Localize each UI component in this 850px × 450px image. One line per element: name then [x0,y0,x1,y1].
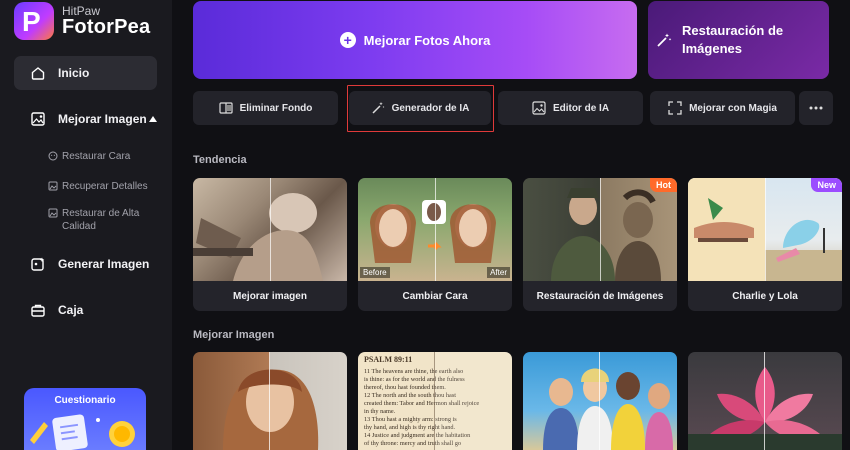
sidebar-item-label: Generar Imagen [58,257,150,271]
bible-line: in thy name. [364,408,396,415]
more-icon [809,106,823,110]
sidebar-item-label: Inicio [58,66,90,80]
card-image [523,178,677,281]
questionnaire-illustration-icon [30,414,135,450]
sidebar-item-box[interactable]: Caja [30,302,83,318]
remove-background-icon [219,102,233,114]
text-document-icon: PSALM 89:11 11 The heavens are thine, th… [364,352,512,450]
sidebar-subitem-recover-details[interactable]: Recuperar Detalles [48,180,148,193]
sidebar-item-home[interactable]: Inicio [14,56,157,90]
image-icon [48,181,58,191]
card-caption: Mejorar imagen [233,290,307,302]
highlight-box [347,85,494,132]
after-tag: After [487,267,510,278]
card-image [688,178,842,281]
section-title-trending: Tendencia [193,154,247,166]
magic-enhance-button[interactable]: Mejorar con Magia [650,91,795,125]
sidebar: P HitPaw FotorPea Inicio Mejorar Imagen … [0,0,172,450]
tool-label: Eliminar Fondo [239,102,313,114]
ai-editor-icon [532,101,546,115]
logo-icon: P [14,2,54,40]
tool-label: Editor de IA [552,102,610,114]
plus-icon: + [339,32,356,48]
brand-name: FotorPea [62,16,151,38]
sidebar-subitem-label: Restaurar Cara [62,151,131,162]
new-badge: New [811,178,842,192]
sidebar-item-generate[interactable]: Generar Imagen [30,256,149,272]
card-caption: Cambiar Cara [402,290,468,302]
card-caption: Restauración de Imágenes [536,290,664,302]
sidebar-item-label: Mejorar Imagen [58,112,147,126]
face-icon [48,151,58,161]
bible-line: thereof, thou hast founded them. [364,384,446,391]
sidebar-item-enhance[interactable]: Mejorar Imagen [30,111,157,127]
section-title-enhance: Mejorar Imagen [193,329,275,341]
card-bible-text[interactable]: PSALM 89:11 11 The heavens are thine, th… [358,352,512,450]
chevron-up-icon[interactable] [148,116,157,122]
before-tag: Before [360,267,390,278]
card-portrait[interactable] [193,352,347,450]
compare-divider [765,178,766,281]
sidebar-subitem-restore-hq[interactable]: Restaurar de Alta Calidad [48,207,142,233]
compare-divider [600,178,601,281]
restore-images-label: Restauración de Imágenes [682,23,784,56]
magic-wand-icon [657,33,672,47]
app-window: P HitPaw FotorPea Inicio Mejorar Imagen … [0,0,850,450]
lotus-flower-icon [688,352,842,450]
hot-badge: Hot [650,178,677,192]
card-restore-images[interactable]: Hot Restauración de Imágenes [523,178,677,311]
more-tools-button[interactable] [799,91,833,125]
bible-line: PSALM 89:11 [364,355,412,364]
ai-editor-button[interactable]: Editor de IA [498,91,643,125]
portrait-photo-icon [223,352,319,450]
card-lotus[interactable] [688,352,842,450]
image-enhance-icon [31,112,45,126]
sidebar-subitem-restore-face[interactable]: Restaurar Cara [48,150,130,163]
restore-images-button[interactable]: Restauración de Imágenes [648,1,829,79]
card-image [193,178,347,281]
questionnaire-banner[interactable]: Cuestionario [24,388,146,450]
compare-divider [435,178,436,281]
enhance-now-label: Mejorar Fotos Ahora [363,32,491,48]
card-group-photo[interactable] [523,352,677,450]
promo-title: Cuestionario [54,395,116,406]
sidebar-subitem-label: Recuperar Detalles [62,181,148,192]
card-caption: Charlie y Lola [732,290,798,302]
home-icon [31,67,45,80]
tool-label: Mejorar con Magia [689,102,777,114]
expand-icon [668,101,682,115]
group-photo-icon [543,352,673,450]
main-content: + Mejorar Fotos Ahora Restauración de Im… [172,0,850,450]
sidebar-subitem-label: Restaurar de Alta Calidad [62,208,140,232]
enhance-now-button[interactable]: + Mejorar Fotos Ahora [193,1,637,79]
app-logo: P HitPaw FotorPea [14,2,164,42]
compare-divider [270,178,271,281]
card-charlie-lola[interactable]: New Charlie y Lola [688,178,842,311]
toolbox-icon [31,304,45,317]
hq-image-icon [48,208,58,218]
card-enhance-image[interactable]: Mejorar imagen [193,178,347,311]
card-change-face[interactable]: Before After Cambiar Cara [358,178,512,311]
sidebar-item-label: Caja [58,303,84,317]
generate-image-icon [31,257,45,271]
remove-background-button[interactable]: Eliminar Fondo [193,91,338,125]
card-image: Before After [358,178,512,281]
